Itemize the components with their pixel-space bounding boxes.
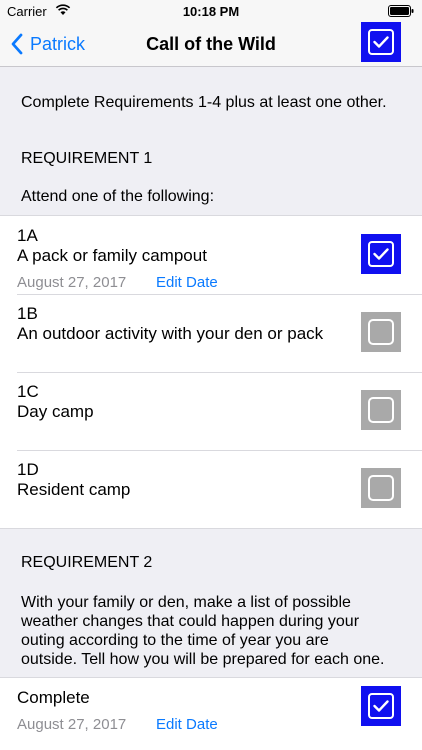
separator [17, 372, 422, 373]
item-description: An outdoor activity with your den or pac… [17, 324, 324, 343]
status-time: 10:18 PM [182, 4, 240, 19]
page-title: Call of the Wild [146, 34, 276, 54]
requirement-2-header: REQUIREMENT 2 [21, 554, 153, 571]
separator [17, 294, 422, 295]
requirement-1-list: 1A A pack or family campout August 27, 2… [0, 216, 422, 528]
divider [0, 528, 422, 529]
item-description: Resident camp [17, 480, 131, 499]
checkmark-icon [373, 36, 389, 48]
requirement-1-instruction: Attend one of the following: [21, 188, 215, 205]
completion-date: August 27, 2017 [17, 274, 127, 291]
checkbox-1a[interactable] [361, 234, 401, 274]
checkbox-1c[interactable] [361, 390, 401, 430]
item-code: 1A [17, 226, 38, 245]
separator [17, 450, 422, 451]
checkmark-icon [373, 248, 389, 260]
completion-date: August 27, 2017 [17, 716, 127, 733]
requirement-1-header: REQUIREMENT 1 [21, 150, 153, 167]
complete-label: Complete [17, 688, 90, 707]
edit-date-button[interactable]: Edit Date [156, 716, 218, 733]
item-description: Day camp [17, 402, 94, 421]
item-code: 1D [17, 460, 39, 479]
requirement-2-complete-row: Complete August 27, 2017 Edit Date [0, 678, 422, 750]
requirement-2-line: weather changes that could happen during… [21, 613, 360, 630]
award-complete-checkbox[interactable] [361, 22, 401, 62]
requirement-2-text: With your family or den, make a list of … [21, 593, 384, 669]
requirement-2-line: outside. Tell how you will be prepared f… [21, 651, 385, 668]
requirement-2-line: With your family or den, make a list of … [21, 594, 351, 611]
status-bar: Carrier 10:18 PM [0, 0, 422, 22]
item-code: 1C [17, 382, 39, 401]
checkbox-checked [361, 22, 401, 62]
checkmark-icon [373, 700, 389, 712]
intro-text: Complete Requirements 1-4 plus at least … [21, 94, 387, 111]
item-code: 1B [17, 304, 38, 323]
edit-date-button[interactable]: Edit Date [156, 274, 218, 291]
requirement-2-line: outing according to the time of year you… [21, 632, 329, 649]
navigation-bar: Patrick Call of the Wild [0, 22, 422, 67]
battery-icon [388, 5, 414, 17]
item-description: A pack or family campout [17, 246, 207, 265]
checkbox-requirement-2[interactable] [361, 686, 401, 726]
checkbox-1b[interactable] [361, 312, 401, 352]
checkbox-1d[interactable] [361, 468, 401, 508]
